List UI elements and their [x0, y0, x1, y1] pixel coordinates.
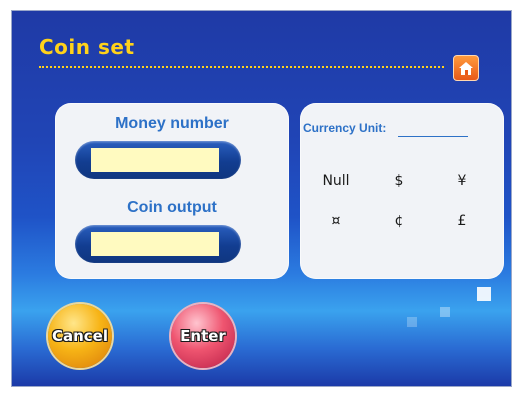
currency-option-yen[interactable]: ¥ — [442, 173, 482, 189]
currency-option-generic[interactable]: ¤ — [316, 213, 356, 229]
money-panel: Money number Coin output — [55, 103, 289, 279]
currency-panel: Currency Unit: Null $ ¥ ¤ ¢ £ — [300, 103, 504, 279]
page-title: Coin set — [39, 35, 135, 59]
money-number-label: Money number — [115, 115, 229, 132]
money-number-field-frame — [75, 141, 241, 179]
title-underline — [39, 66, 444, 68]
currency-option-null[interactable]: Null — [316, 173, 356, 189]
currency-option-cent[interactable]: ¢ — [379, 213, 419, 229]
home-icon — [459, 62, 473, 75]
currency-unit-value — [398, 136, 468, 137]
coin-set-screen: Coin set Money number Coin output Curren… — [11, 10, 512, 387]
coin-output-input[interactable] — [91, 232, 219, 256]
coin-output-label: Coin output — [127, 199, 217, 216]
currency-option-pound[interactable]: £ — [442, 213, 482, 229]
cancel-button[interactable]: Cancel — [48, 304, 112, 368]
deco-square — [407, 317, 417, 327]
currency-unit-label: Currency Unit: — [303, 121, 387, 135]
money-number-input[interactable] — [91, 148, 219, 172]
enter-button[interactable]: Enter — [171, 304, 235, 368]
deco-square — [477, 287, 491, 301]
currency-option-dollar[interactable]: $ — [379, 173, 419, 189]
home-button[interactable] — [453, 55, 479, 81]
coin-output-field-frame — [75, 225, 241, 263]
deco-square — [440, 307, 450, 317]
